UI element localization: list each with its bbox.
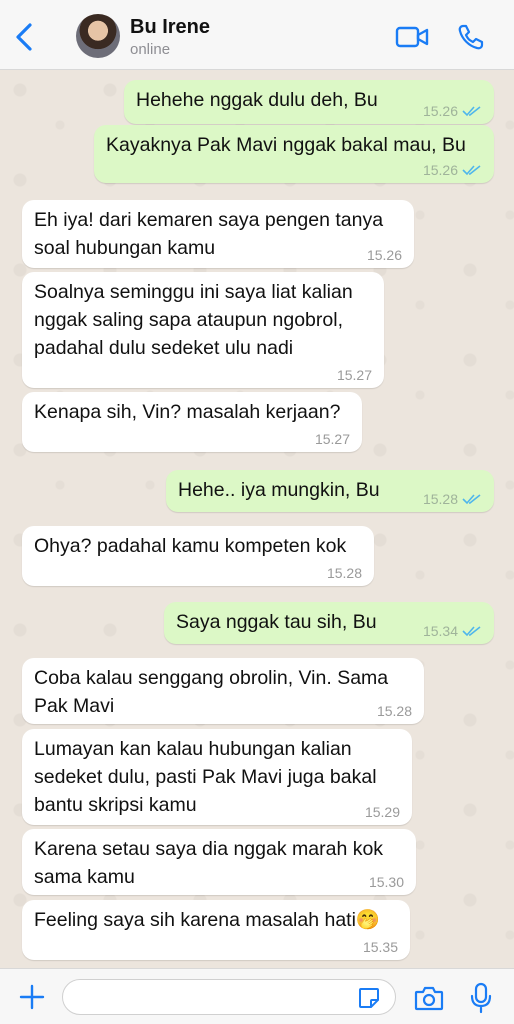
video-call-icon[interactable] [395,25,429,49]
message-bubble-incoming[interactable]: Lumayan kan kalau hubungan kalian sedeke… [22,729,412,825]
message-time: 15.26 [422,162,458,178]
message-time: 15.26 [366,247,402,263]
message-bubble-incoming[interactable]: Soalnya seminggu ini saya liat kalian ng… [22,272,384,388]
message-meta: 15.26 [367,247,402,263]
message-meta: 15.30 [369,874,404,890]
message-text: Coba kalau senggang obrolin, Vin. Sama P… [34,667,389,717]
sticker-icon[interactable] [357,986,381,1010]
back-icon[interactable] [12,22,38,52]
message-bubble-incoming[interactable]: Eh iya! dari kemaren saya pengen tanya s… [22,200,414,268]
message-time: 15.26 [422,103,458,119]
avatar[interactable] [76,14,120,58]
message-time: 15.28 [376,703,412,719]
plus-icon[interactable] [18,983,46,1011]
message-text: Kenapa sih, Vin? masalah kerjaan? [34,401,341,423]
message-meta: 15.26 [423,103,482,119]
composer-bar [0,968,514,1024]
message-time: 15.28 [326,565,362,581]
read-ticks-icon [462,626,481,637]
voice-call-icon[interactable] [457,23,485,51]
message-time: 15.27 [314,431,350,447]
message-text: Eh iya! dari kemaren saya pengen tanya s… [34,209,384,259]
message-text: Lumayan kan kalau hubungan kalian sedeke… [34,738,377,816]
message-meta: 15.28 [423,491,482,507]
message-meta: 15.27 [337,367,372,383]
message-bubble-outgoing[interactable]: Kayaknya Pak Mavi nggak bakal mau, Bu 15… [94,125,494,183]
mic-icon[interactable] [470,982,492,1014]
message-text: Feeling saya sih karena masalah hati🤭 [34,909,381,931]
message-time: 15.29 [364,804,400,820]
message-time: 15.28 [422,491,458,507]
read-ticks-icon [462,106,481,117]
message-meta: 15.27 [315,431,350,447]
message-meta: 15.26 [423,162,482,178]
contact-name[interactable]: Bu Irene [130,16,210,39]
chat-area[interactable]: Hehehe nggak dulu deh, Bu 15.26 Kayaknya… [0,70,514,968]
message-meta: 15.34 [423,623,482,639]
message-time: 15.27 [336,367,372,383]
message-meta: 15.35 [363,939,398,955]
message-input[interactable] [62,979,396,1015]
message-text: Karena setau saya dia nggak marah kok sa… [34,838,384,888]
message-meta: 15.29 [365,804,400,820]
message-bubble-incoming[interactable]: Ohya? padahal kamu kompeten kok 15.28 [22,526,374,586]
message-meta: 15.28 [377,703,412,719]
message-text: Kayaknya Pak Mavi nggak bakal mau, Bu [106,134,466,156]
message-bubble-incoming[interactable]: Coba kalau senggang obrolin, Vin. Sama P… [22,658,424,724]
message-bubble-outgoing[interactable]: Saya nggak tau sih, Bu 15.34 [164,602,494,644]
message-bubble-outgoing[interactable]: Hehehe nggak dulu deh, Bu 15.26 [124,80,494,124]
chat-header: Bu Irene online [0,0,514,70]
read-ticks-icon [462,494,481,505]
message-time: 15.34 [422,623,458,639]
message-meta: 15.28 [327,565,362,581]
message-time: 15.30 [368,874,404,890]
message-bubble-incoming[interactable]: Kenapa sih, Vin? masalah kerjaan? 15.27 [22,392,362,452]
camera-icon[interactable] [414,985,444,1011]
message-bubble-incoming[interactable]: Karena setau saya dia nggak marah kok sa… [22,829,416,895]
message-bubble-incoming[interactable]: Feeling saya sih karena masalah hati🤭 15… [22,900,410,960]
message-text: Ohya? padahal kamu kompeten kok [34,535,347,557]
contact-status: online [130,41,171,58]
message-bubble-outgoing[interactable]: Hehe.. iya mungkin, Bu 15.28 [166,470,494,512]
message-time: 15.35 [362,939,398,955]
message-text: Soalnya seminggu ini saya liat kalian ng… [34,281,353,359]
read-ticks-icon [462,165,481,176]
